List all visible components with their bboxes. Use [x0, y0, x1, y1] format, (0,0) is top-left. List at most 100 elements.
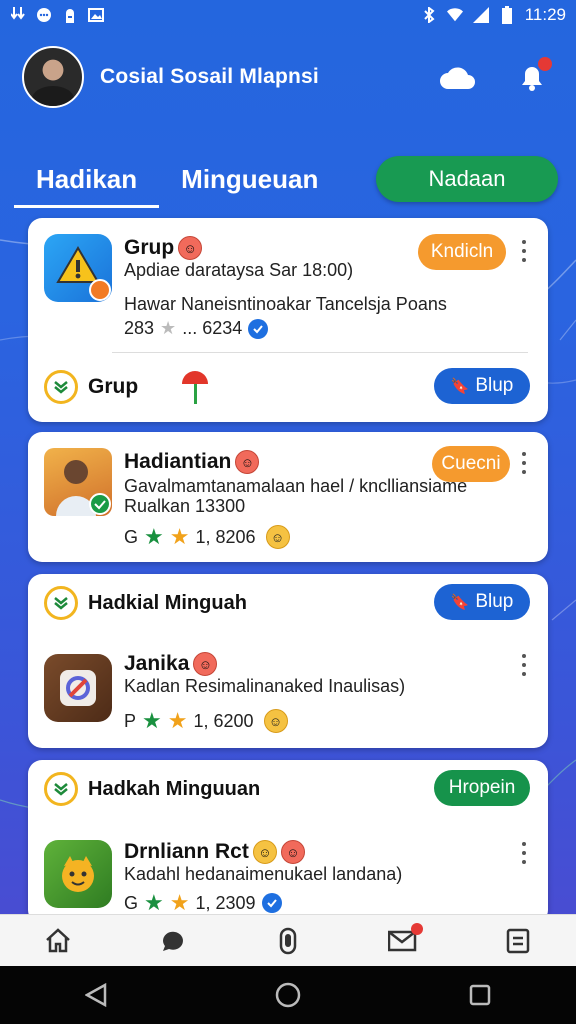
cloud-button[interactable] — [436, 55, 480, 99]
tag-icon: 🔖 — [450, 594, 470, 611]
tag-icon: 🔖 — [450, 378, 470, 395]
star-green-icon: ★ — [144, 890, 164, 915]
download-icon — [10, 7, 26, 23]
wifi-icon — [446, 7, 463, 23]
image-icon — [88, 7, 104, 23]
emoji-icon: ☺ — [193, 652, 218, 676]
chevron-down-icon — [44, 586, 78, 620]
nav-home[interactable] — [38, 921, 78, 961]
emoji-icon: ☺ — [280, 840, 305, 864]
battery-icon — [499, 6, 515, 24]
card-title: Grup — [124, 236, 175, 259]
nadaan-button[interactable]: Nadaan — [376, 156, 558, 202]
bluetooth-icon — [421, 7, 437, 23]
avatar[interactable] — [22, 46, 84, 108]
status-badge[interactable]: Kndicln — [418, 234, 506, 270]
app-icon — [44, 234, 112, 302]
star-outline-icon: ★ — [160, 318, 177, 338]
card-subtitle: Kadlan Resimalinanaked Inaulisas) — [124, 676, 406, 696]
emoji-icon: ☺ — [235, 450, 260, 474]
blup-button[interactable]: 🔖 Blup — [434, 584, 530, 620]
more-icon[interactable] — [518, 240, 530, 262]
blup-label: Blup — [475, 591, 514, 612]
warning-icon — [56, 246, 111, 301]
back-button[interactable] — [76, 975, 116, 1015]
meta-value: 1, 6200 — [193, 710, 254, 731]
emoji-icon: ☺ — [178, 236, 203, 260]
home-icon — [45, 927, 70, 952]
status-time: 11:29 — [524, 5, 566, 24]
mail-badge — [411, 922, 424, 935]
meta-prefix: P — [124, 710, 137, 731]
nav-chat[interactable] — [153, 921, 193, 961]
notification-badge — [538, 57, 552, 71]
home-system-button[interactable] — [268, 975, 308, 1015]
chevron-down-icon — [44, 772, 78, 806]
star-gold-icon: ★ — [169, 524, 190, 549]
hropein-button[interactable]: Hropein — [434, 770, 530, 806]
list-card[interactable]: Hadiantian ☺ Cuecni Gavalmamtanamalaan h… — [28, 432, 548, 562]
meta-value: 1, 8206 — [195, 526, 256, 547]
home-circle-icon — [275, 982, 301, 1008]
list-card[interactable]: Grup ☺ Kndicln Apdiae darataysa Sar 18:0… — [28, 218, 548, 422]
card-title: Janika — [124, 652, 190, 675]
smiley-icon: ☺ — [252, 840, 277, 864]
stat-value: ... 6234 — [182, 318, 243, 338]
footer-label: Grup — [88, 375, 139, 398]
card-description: Hawar Naneisntinoakar Tancelsja Poans — [124, 294, 447, 314]
meta-value: 1, 2309 — [195, 892, 256, 913]
bottom-nav — [0, 914, 576, 966]
app-title: Cosial Sosail Mlapnsi — [100, 65, 319, 88]
verified-icon — [261, 893, 282, 913]
app-header: Cosial Sosail Mlapnsi — [22, 44, 554, 110]
chat-icon — [36, 7, 52, 23]
smiley-icon: ☺ — [263, 709, 288, 733]
chevron-down-icon — [44, 370, 78, 404]
nav-record[interactable] — [268, 921, 308, 961]
star-green-icon: ★ — [142, 708, 162, 733]
app-icon — [44, 654, 112, 722]
list-icon — [507, 928, 530, 953]
tab-bar: Hadikan Mingueuan Nadaan — [14, 150, 558, 208]
star-gold-icon: ★ — [167, 708, 188, 733]
recents-button[interactable] — [460, 975, 500, 1015]
verified-icon — [248, 318, 269, 339]
blup-label: Blup — [475, 375, 514, 396]
chat-bubble-icon — [162, 931, 183, 951]
card-subtitle: Gavalmamtanamalaan hael / knclliansiame — [124, 476, 468, 496]
recents-icon — [469, 984, 491, 1006]
avatar — [44, 448, 112, 516]
card-subtitle: Apdiae darataysa Sar 18:00) — [124, 260, 354, 280]
status-bar: 11:29 — [0, 0, 576, 30]
star-green-icon: ★ — [144, 524, 164, 549]
signal-icon — [472, 7, 489, 23]
star-gold-icon: ★ — [169, 890, 190, 915]
system-nav — [0, 966, 576, 1024]
list-card[interactable]: Hadkial Minguah 🔖 Blup Janika ☺ Kadlan R… — [28, 574, 548, 748]
nav-list[interactable] — [498, 921, 538, 961]
back-icon — [85, 983, 107, 1007]
bug-icon — [62, 7, 78, 23]
card-title: Drnliann Rct — [124, 840, 249, 863]
more-icon[interactable] — [518, 452, 530, 474]
section-label: Hadkial Minguah — [88, 591, 247, 614]
more-icon[interactable] — [518, 654, 530, 676]
section-label: Hadkah Minguuan — [88, 777, 261, 800]
cloud-icon — [440, 67, 475, 89]
notification-button[interactable] — [510, 55, 554, 99]
record-icon — [279, 927, 297, 954]
tab-mingueuan[interactable]: Mingueuan — [159, 150, 340, 208]
divider — [112, 352, 528, 353]
list-card[interactable]: Hadkah Minguuan Hropein Drnliann Rct ☺ ☺… — [28, 760, 548, 924]
blup-button[interactable]: 🔖 Blup — [434, 368, 530, 404]
app-icon — [44, 840, 112, 908]
smiley-icon: ☺ — [265, 525, 290, 549]
more-icon[interactable] — [518, 842, 530, 864]
nav-mail[interactable] — [383, 921, 424, 961]
card-subtitle-2: Rualkan 13300 — [124, 496, 246, 516]
meta-prefix: G — [124, 892, 139, 913]
tab-hadikan[interactable]: Hadikan — [14, 150, 160, 208]
card-title: Hadiantian — [124, 450, 232, 473]
card-subtitle: Kadahl hedanaimenukael landana) — [124, 864, 403, 884]
meta-prefix: G — [124, 526, 139, 547]
